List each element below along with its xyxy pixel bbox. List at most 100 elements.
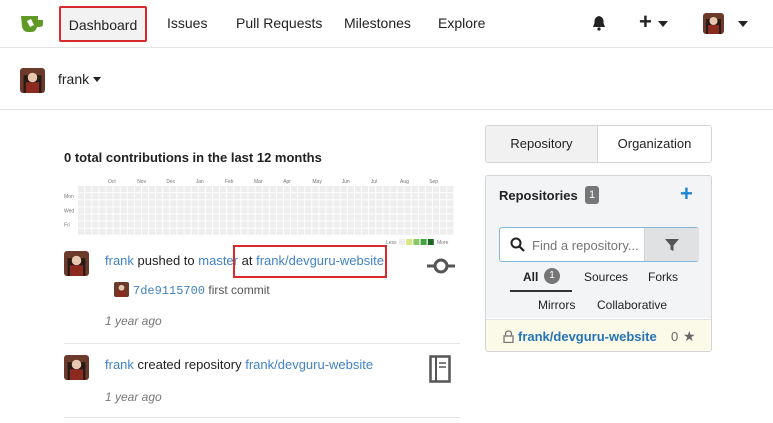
heatmap-cell xyxy=(354,228,362,235)
nav-issues[interactable]: Issues xyxy=(167,0,207,46)
heatmap-cell xyxy=(156,193,163,200)
heatmap-cell xyxy=(141,214,149,221)
heatmap-cell xyxy=(177,186,184,193)
chevron-down-icon[interactable] xyxy=(738,21,748,27)
heatmap-cell xyxy=(99,214,106,221)
heatmap-cell xyxy=(191,228,198,235)
heatmap-cell xyxy=(198,207,205,214)
heatmap-cell xyxy=(397,221,404,228)
heatmap-legend-swatch xyxy=(406,239,413,245)
heatmap-cell xyxy=(92,200,99,207)
heatmap-cell xyxy=(248,193,255,200)
bell-icon[interactable] xyxy=(591,15,607,31)
feed-timestamp: 1 year ago xyxy=(105,390,162,404)
filter-all-count-badge: 1 xyxy=(544,268,560,284)
gitea-logo-icon[interactable] xyxy=(20,12,44,34)
heatmap-cell xyxy=(354,186,362,193)
chevron-down-icon[interactable] xyxy=(658,21,668,27)
heatmap-month-label: Jun xyxy=(342,179,350,185)
heatmap-cell xyxy=(227,200,234,207)
nav-dashboard[interactable]: Dashboard xyxy=(59,6,147,42)
heatmap-cell xyxy=(305,186,312,193)
chevron-down-icon[interactable] xyxy=(93,77,101,82)
heatmap-cell xyxy=(212,186,220,193)
heatmap-cell xyxy=(390,207,397,214)
nav-pull-requests[interactable]: Pull Requests xyxy=(236,0,322,46)
heatmap-cell xyxy=(177,228,184,235)
heatmap-cell xyxy=(347,221,354,228)
heatmap-cell xyxy=(85,207,92,214)
heatmap-cell xyxy=(198,193,205,200)
heatmap-month-label: Feb xyxy=(225,179,234,185)
heatmap-cell xyxy=(425,186,433,193)
heatmap-cell xyxy=(291,186,298,193)
heatmap-cell xyxy=(113,193,120,200)
heatmap-cell xyxy=(99,186,106,193)
heatmap-cell xyxy=(99,200,106,207)
heatmap-cell xyxy=(205,228,212,235)
filter-button[interactable] xyxy=(644,228,699,261)
repo-list-item[interactable]: frank/devguru-website 0 ★ xyxy=(486,319,711,351)
heatmap-cell xyxy=(276,228,283,235)
create-new-plus-icon[interactable]: + xyxy=(639,10,652,34)
user-avatar[interactable] xyxy=(703,13,724,34)
filter-tab-forks[interactable]: Forks xyxy=(648,270,678,284)
filter-tab-collaborative[interactable]: Collaborative xyxy=(597,298,667,312)
heatmap-cell xyxy=(376,193,383,200)
heatmap-legend-swatch xyxy=(399,239,405,245)
heatmap-cell xyxy=(298,193,305,200)
feed-user-link[interactable]: frank xyxy=(105,357,134,372)
avatar[interactable] xyxy=(114,282,129,297)
heatmap-cell xyxy=(99,228,106,235)
heatmap-cell xyxy=(255,186,262,193)
heatmap-cell xyxy=(255,214,262,221)
add-repository-button[interactable]: + xyxy=(680,181,693,207)
tab-repository[interactable]: Repository xyxy=(486,126,598,162)
heatmap-cell xyxy=(440,207,447,214)
filter-tab-mirrors[interactable]: Mirrors xyxy=(538,298,575,312)
heatmap-cell xyxy=(205,200,212,207)
heatmap-cell xyxy=(418,228,425,235)
heatmap-cell xyxy=(305,221,312,228)
heatmap-cell xyxy=(220,214,227,221)
commit-sha-link[interactable]: 7de9115700 xyxy=(133,284,205,298)
nav-milestones[interactable]: Milestones xyxy=(344,0,411,46)
feed-user-link[interactable]: frank xyxy=(105,253,134,268)
heatmap-cell xyxy=(198,200,205,207)
avatar[interactable] xyxy=(64,251,89,276)
repositories-count-badge: 1 xyxy=(585,186,600,204)
heatmap-cell xyxy=(425,200,433,207)
heatmap-cell xyxy=(234,214,241,221)
heatmap-cell xyxy=(347,186,354,193)
repo-list-item-name[interactable]: frank/devguru-website xyxy=(518,329,657,344)
heatmap-cell xyxy=(425,193,433,200)
heatmap-cell xyxy=(333,214,340,221)
heatmap-cell xyxy=(411,221,418,228)
heatmap-cell xyxy=(241,207,248,214)
heatmap-cell xyxy=(447,221,454,228)
tab-organization[interactable]: Organization xyxy=(598,126,711,162)
filter-tab-sources[interactable]: Sources xyxy=(584,270,628,284)
heatmap-cell xyxy=(326,228,333,235)
filter-tab-all[interactable]: All xyxy=(523,270,538,284)
nav-explore[interactable]: Explore xyxy=(438,0,485,46)
heatmap-cell xyxy=(85,193,92,200)
avatar[interactable] xyxy=(64,355,89,380)
heatmap-cell xyxy=(220,228,227,235)
heatmap-cell xyxy=(255,193,262,200)
heatmap-cell xyxy=(369,228,376,235)
heatmap-cell xyxy=(354,207,362,214)
heatmap-cell xyxy=(433,193,440,200)
heatmap-cell xyxy=(184,221,191,228)
context-user-name[interactable]: frank xyxy=(58,71,89,87)
heatmap-cell xyxy=(99,193,106,200)
heatmap-cell xyxy=(92,228,99,235)
heatmap-cell xyxy=(234,186,241,193)
heatmap-cell xyxy=(134,200,141,207)
heatmap-cell xyxy=(248,214,255,221)
repository-search-input[interactable] xyxy=(532,235,642,255)
heatmap-cell xyxy=(184,186,191,193)
heatmap-cell xyxy=(85,200,92,207)
heatmap-cell xyxy=(411,186,418,193)
feed-repo-link[interactable]: frank/devguru-website xyxy=(245,357,373,372)
